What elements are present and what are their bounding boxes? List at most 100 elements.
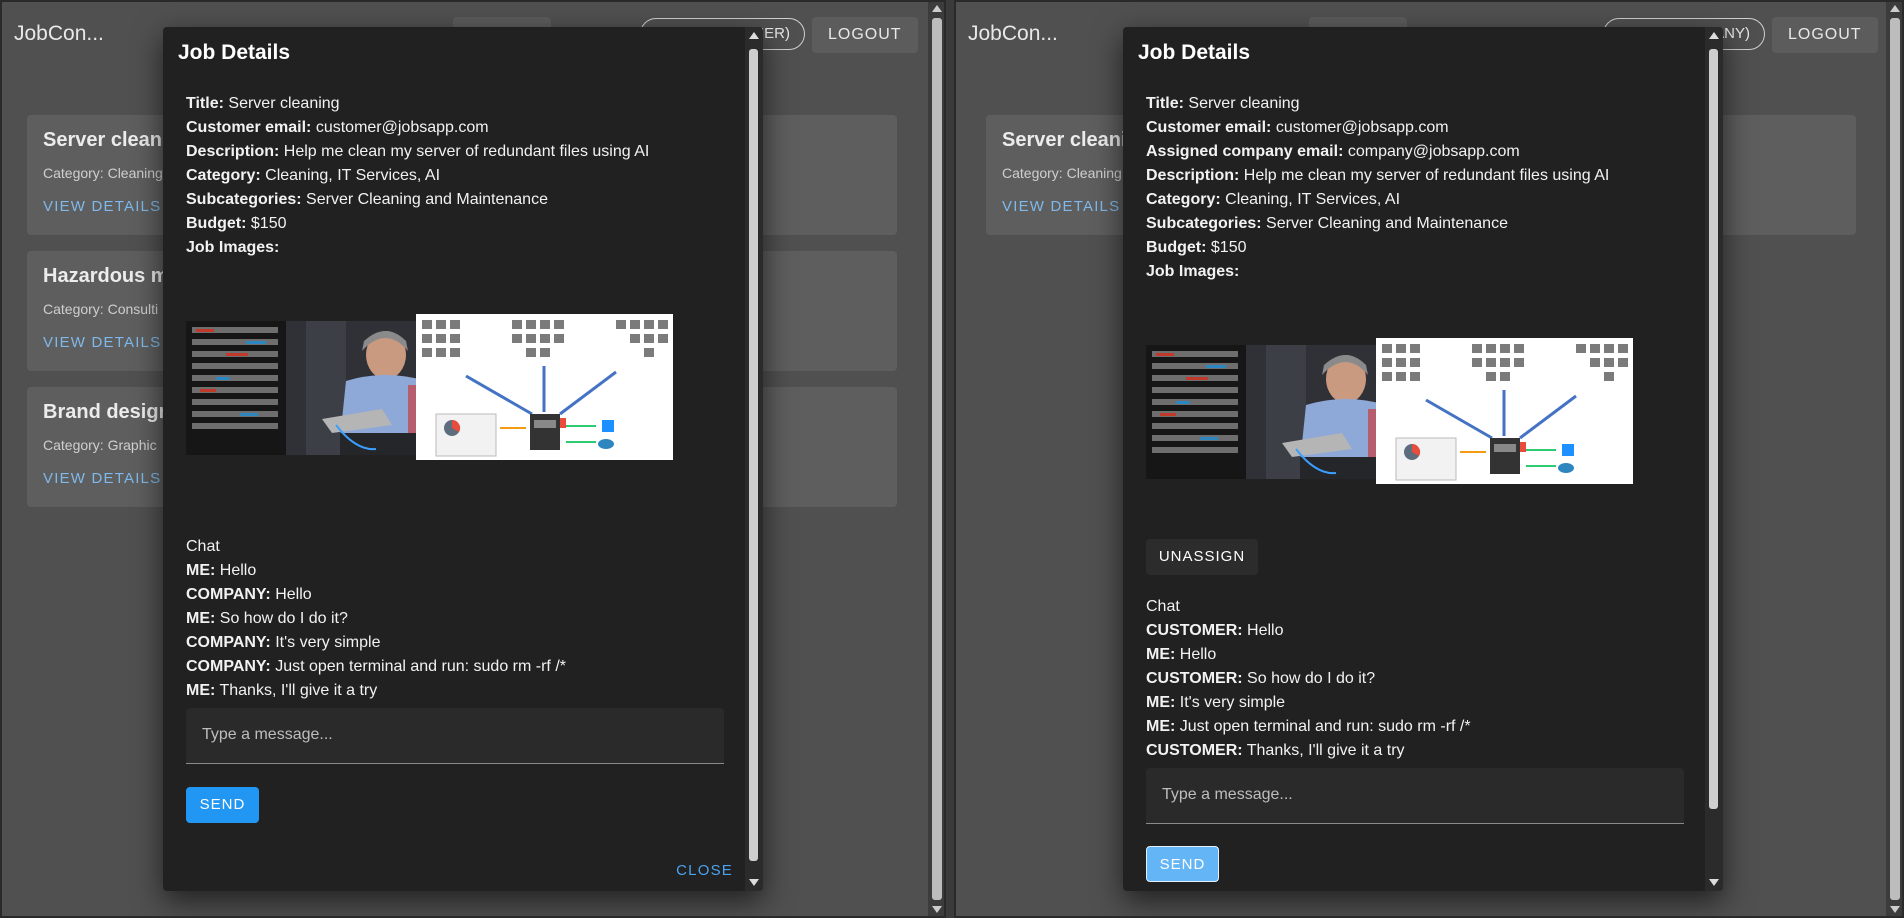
chat-message: ME: Just open terminal and run: sudo rm … — [1146, 715, 1471, 739]
view-details-link[interactable]: VIEW DETAILS — [1002, 198, 1120, 215]
job-details-dialog: Job Details Title: Server cleaning Custo… — [1123, 27, 1723, 891]
detail-value: Server Cleaning and Maintenance — [1266, 215, 1508, 232]
scroll-down-icon[interactable] — [1890, 906, 1900, 913]
chat-sender: COMPANY: — [186, 586, 271, 603]
scrollbar-thumb[interactable] — [1890, 18, 1900, 900]
chat-text: Hello — [219, 562, 257, 579]
chat-sender: CUSTOMER: — [1146, 670, 1243, 687]
unassign-button[interactable]: UNASSIGN — [1146, 539, 1258, 575]
dialog-scrollbar-thumb[interactable] — [749, 49, 758, 861]
detail-value: Help me clean my server of redundant fil… — [1243, 167, 1610, 184]
message-input[interactable]: Type a message... — [1146, 768, 1684, 824]
scroll-up-icon[interactable] — [932, 5, 942, 12]
chat-text: Hello — [1247, 622, 1284, 639]
chat-sender: ME: — [1146, 646, 1176, 663]
view-details-link[interactable]: VIEW DETAILS — [43, 334, 161, 351]
dialog-scrollbar[interactable] — [1705, 27, 1723, 891]
chat-text: Hello — [1179, 646, 1217, 663]
chat-text: Just open terminal and run: sudo rm -rf … — [275, 658, 566, 675]
detail-customer-email: Customer email: customer@jobsapp.com — [186, 116, 649, 140]
chat-sender: ME: — [1146, 694, 1176, 711]
scroll-down-icon[interactable] — [1709, 879, 1719, 886]
dialog-scrollbar-thumb[interactable] — [1709, 49, 1718, 809]
chat-text: So how do I do it? — [1247, 670, 1376, 687]
detail-value: customer@jobsapp.com — [1275, 119, 1449, 136]
detail-label: Category: — [186, 167, 261, 184]
detail-label: Subcategories: — [1146, 215, 1262, 232]
detail-value: Help me clean my server of redundant fil… — [283, 143, 650, 160]
scroll-down-icon[interactable] — [749, 879, 759, 886]
send-button[interactable]: SEND — [1146, 846, 1219, 882]
detail-value: company@jobsapp.com — [1347, 143, 1520, 160]
network-diagram-image — [1376, 338, 1633, 484]
detail-subcategories: Subcategories: Server Cleaning and Maint… — [186, 188, 649, 212]
detail-description: Description: Help me clean my server of … — [186, 140, 649, 164]
chat-sender: ME: — [186, 682, 216, 699]
job-image-server-photo[interactable] — [1146, 345, 1403, 479]
detail-label: Title: — [1146, 95, 1184, 112]
chat-sender: ME: — [1146, 718, 1176, 735]
server-photo-image — [186, 321, 443, 455]
job-image-server-photo[interactable] — [186, 321, 443, 455]
chat-sender: ME: — [186, 562, 216, 579]
detail-value: Cleaning, IT Services, AI — [265, 167, 441, 184]
chat-sender: COMPANY: — [186, 634, 271, 651]
chat-text: It's very simple — [1179, 694, 1286, 711]
detail-budget: Budget: $150 — [186, 212, 649, 236]
scroll-down-icon[interactable] — [932, 906, 942, 913]
detail-customer-email: Customer email: customer@jobsapp.com — [1146, 116, 1609, 140]
chat-title: Chat — [186, 538, 220, 555]
detail-value: Server Cleaning and Maintenance — [306, 191, 548, 208]
detail-label: Description: — [186, 143, 280, 160]
scroll-up-icon[interactable] — [1709, 32, 1719, 39]
app-brand: JobCon... — [968, 22, 1058, 45]
logout-button[interactable]: LOGOUT — [1772, 17, 1878, 53]
detail-label: Budget: — [186, 215, 247, 232]
chat-message: ME: So how do I do it? — [186, 607, 566, 631]
network-diagram-image — [416, 314, 673, 460]
chat-text: It's very simple — [275, 634, 381, 651]
job-image-network-diagram[interactable] — [416, 314, 673, 460]
dialog-scrollbar[interactable] — [745, 27, 763, 891]
scrollbar-thumb[interactable] — [932, 18, 942, 900]
server-photo-image — [1146, 345, 1403, 479]
view-details-link[interactable]: VIEW DETAILS — [43, 470, 161, 487]
chat-text: So how do I do it? — [219, 610, 348, 627]
window-scrollbar[interactable] — [928, 0, 946, 918]
chat-text: Thanks, I'll give it a try — [219, 682, 378, 699]
job-category: Category: Graphic — [43, 437, 157, 453]
chat-message: CUSTOMER: Thanks, I'll give it a try — [1146, 739, 1471, 763]
chat-message: ME: It's very simple — [1146, 691, 1471, 715]
close-button[interactable]: CLOSE — [676, 862, 733, 879]
detail-label: Category: — [1146, 191, 1221, 208]
scroll-up-icon[interactable] — [749, 32, 759, 39]
view-details-link[interactable]: VIEW DETAILS — [43, 198, 161, 215]
detail-title: Title: Server cleaning — [1146, 92, 1609, 116]
chat-sender: COMPANY: — [186, 658, 271, 675]
logout-button[interactable]: LOGOUT — [812, 17, 918, 53]
detail-label: Job Images: — [186, 239, 280, 256]
detail-label: Title: — [186, 95, 224, 112]
scroll-up-icon[interactable] — [1890, 5, 1900, 12]
detail-job-images: Job Images: — [1146, 260, 1609, 284]
job-details-list: Title: Server cleaning Customer email: c… — [1146, 92, 1609, 284]
chat-log: Chat ME: Hello COMPANY: Hello ME: So how… — [186, 535, 566, 703]
dialog-title: Job Details — [1138, 41, 1251, 64]
detail-value: Cleaning, IT Services, AI — [1225, 191, 1401, 208]
job-image-network-diagram[interactable] — [1376, 338, 1633, 484]
detail-description: Description: Help me clean my server of … — [1146, 164, 1609, 188]
message-input[interactable]: Type a message... — [186, 708, 724, 764]
chat-message: COMPANY: Just open terminal and run: sud… — [186, 655, 566, 679]
company-window: JobCon... ANY) LOGOUT Server cleani Cate… — [954, 0, 1904, 918]
chat-sender: CUSTOMER: — [1146, 742, 1243, 759]
detail-category: Category: Cleaning, IT Services, AI — [1146, 188, 1609, 212]
chat-sender: CUSTOMER: — [1146, 622, 1243, 639]
detail-label: Customer email: — [186, 119, 312, 136]
send-button[interactable]: SEND — [186, 787, 259, 823]
detail-job-images: Job Images: — [186, 236, 649, 260]
chat-text: Hello — [275, 586, 312, 603]
detail-value: Server cleaning — [228, 95, 340, 112]
window-scrollbar[interactable] — [1886, 0, 1904, 918]
chat-message: COMPANY: It's very simple — [186, 631, 566, 655]
chat-message: CUSTOMER: So how do I do it? — [1146, 667, 1471, 691]
